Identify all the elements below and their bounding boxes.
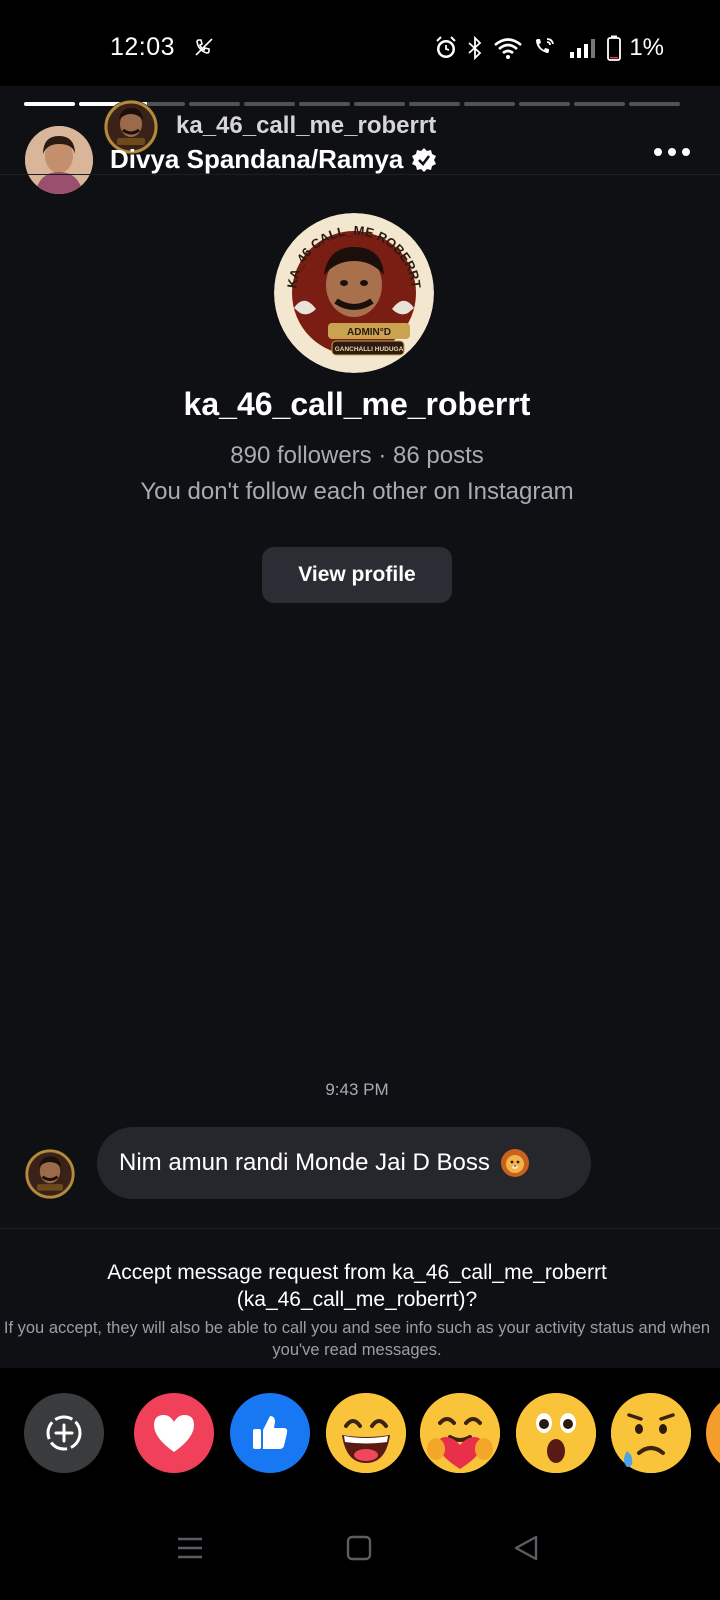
story-owner[interactable]: Divya Spandana/Ramya — [110, 144, 437, 175]
menu-icon[interactable] — [176, 1534, 204, 1562]
hugging-reaction[interactable] — [420, 1393, 500, 1473]
battery-percent: 1% — [629, 34, 664, 61]
message-bubble[interactable]: Nim amun randi Monde Jai D Boss — [97, 1127, 591, 1199]
story-progress-segment — [409, 102, 460, 106]
thumbs-up-reaction[interactable] — [230, 1393, 310, 1473]
avatar-badge-huduga: GANCHALLI HUDUGA — [335, 346, 404, 353]
request-title: Accept message request from ka_46_call_m… — [107, 1261, 607, 1311]
view-profile-button[interactable]: View profile — [262, 547, 452, 603]
system-navigation-bar — [0, 1520, 720, 1590]
story-progress-segment — [24, 102, 75, 106]
status-bar: 12:03 1% — [0, 0, 720, 86]
profile-picture[interactable]: KA_46 CALL_ME ROBERRT ADMIN°D GANCHALLI … — [274, 213, 434, 373]
bluetooth-icon — [468, 36, 482, 60]
sad-reaction[interactable] — [611, 1393, 691, 1473]
story-progress-fill — [24, 102, 75, 106]
grinning-reaction[interactable] — [326, 1393, 406, 1473]
story-progress-segment — [354, 102, 405, 106]
story-progress-segment — [519, 102, 570, 106]
profile-username: ka_46_call_me_roberrt — [183, 386, 531, 422]
heart-icon — [154, 1415, 194, 1452]
lion-face-icon — [500, 1149, 529, 1177]
story-progress-segment — [574, 102, 625, 106]
story-header: ka_46_call_me_roberrt Divya Spandana/Ram… — [0, 100, 720, 194]
back-icon[interactable] — [512, 1534, 540, 1562]
message-timestamp: 9:43 PM — [325, 1080, 389, 1099]
story-progress-segment — [299, 102, 350, 106]
astonished-reaction[interactable] — [516, 1393, 596, 1473]
partial-emoji-reaction[interactable] — [706, 1393, 720, 1473]
header-divider — [0, 174, 720, 175]
add-reaction-icon — [46, 1415, 82, 1451]
story-progress-segment — [464, 102, 515, 106]
signal-icon — [570, 39, 596, 58]
screen: 12:03 1% ka_46_call_me_roberrt Divya Spa… — [0, 0, 720, 1600]
story-progress-segment — [189, 102, 240, 106]
astonished-face-icon — [516, 1393, 596, 1473]
message-sender-avatar[interactable] — [25, 1149, 75, 1199]
verified-icon — [412, 147, 437, 172]
sad-relieved-face-icon — [611, 1393, 691, 1473]
dot-icon — [654, 148, 662, 156]
story-progress-segment — [629, 102, 680, 106]
message-request-panel: Accept message request from ka_46_call_m… — [0, 1228, 720, 1368]
heart-reaction[interactable] — [134, 1393, 214, 1473]
thumbs-up-icon — [253, 1416, 288, 1449]
hugging-face-icon — [420, 1393, 500, 1473]
grinning-face-icon — [326, 1393, 406, 1473]
wifi-call-icon — [536, 38, 555, 53]
add-reaction-button[interactable] — [24, 1393, 104, 1473]
owner-avatar[interactable] — [25, 126, 93, 194]
request-note: If you accept, they will also be able to… — [3, 1319, 711, 1359]
avatar-badge-admin: ADMIN°D — [347, 327, 391, 338]
home-icon[interactable] — [345, 1534, 373, 1562]
sender-username[interactable]: ka_46_call_me_roberrt — [176, 112, 436, 140]
more-options-button[interactable] — [654, 148, 690, 156]
dot-icon — [668, 148, 676, 156]
follow-relation: You don't follow each other on Instagram — [140, 478, 574, 505]
wifi-icon — [494, 38, 523, 59]
story-progress-segment — [244, 102, 295, 106]
status-time: 12:03 — [110, 33, 176, 61]
alarm-icon — [436, 36, 457, 58]
profile-stats: 890 followers · 86 posts — [230, 442, 484, 469]
dot-icon — [682, 148, 690, 156]
call-muted-icon — [195, 38, 213, 56]
message-text: Nim amun randi Monde Jai D Boss — [119, 1149, 490, 1176]
battery-icon — [607, 35, 622, 61]
owner-name: Divya Spandana/Ramya — [110, 144, 404, 174]
status-icons: 1% — [435, 30, 664, 66]
